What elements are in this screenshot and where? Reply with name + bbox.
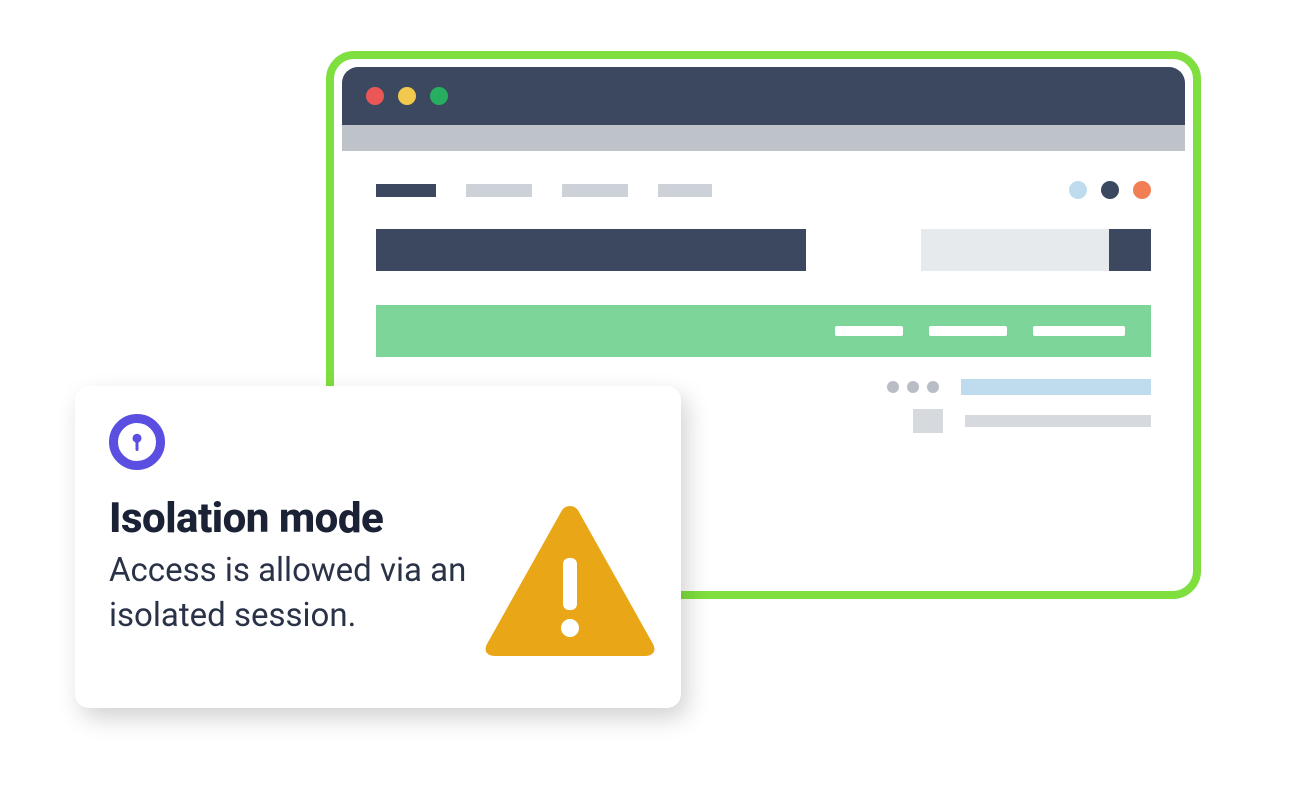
warning-triangle-icon [485, 506, 655, 656]
tab-item[interactable] [562, 184, 628, 197]
banner-segment [1033, 326, 1125, 336]
dot-icon [907, 381, 919, 393]
minimize-icon[interactable] [398, 87, 416, 105]
status-indicators [1069, 181, 1151, 199]
window-titlebar [342, 67, 1185, 125]
status-dot-icon [1101, 181, 1119, 199]
tab-item-active[interactable] [376, 184, 436, 197]
search-input[interactable] [921, 229, 1151, 271]
thumbnail-placeholder [913, 409, 943, 433]
isolation-mode-callout: Isolation mode Access is allowed via an … [75, 386, 681, 708]
page-heading-placeholder [376, 229, 806, 271]
content-bar [961, 379, 1151, 395]
lock-icon [109, 414, 165, 470]
tab-item[interactable] [658, 184, 712, 197]
close-icon[interactable] [366, 87, 384, 105]
callout-message: Access is allowed via an isolated sessio… [109, 549, 529, 638]
search-button[interactable] [1109, 229, 1151, 271]
banner-segment [835, 326, 903, 336]
status-dot-icon [1069, 181, 1087, 199]
tab-bar [342, 151, 1185, 221]
url-bar[interactable] [342, 125, 1185, 151]
dot-icon [887, 381, 899, 393]
banner-segment [929, 326, 1007, 336]
pagination-dots [887, 381, 939, 393]
maximize-icon[interactable] [430, 87, 448, 105]
content-bar [965, 415, 1151, 427]
tab-item[interactable] [466, 184, 532, 197]
dot-icon [927, 381, 939, 393]
status-dot-icon [1133, 181, 1151, 199]
highlight-banner [376, 305, 1151, 357]
